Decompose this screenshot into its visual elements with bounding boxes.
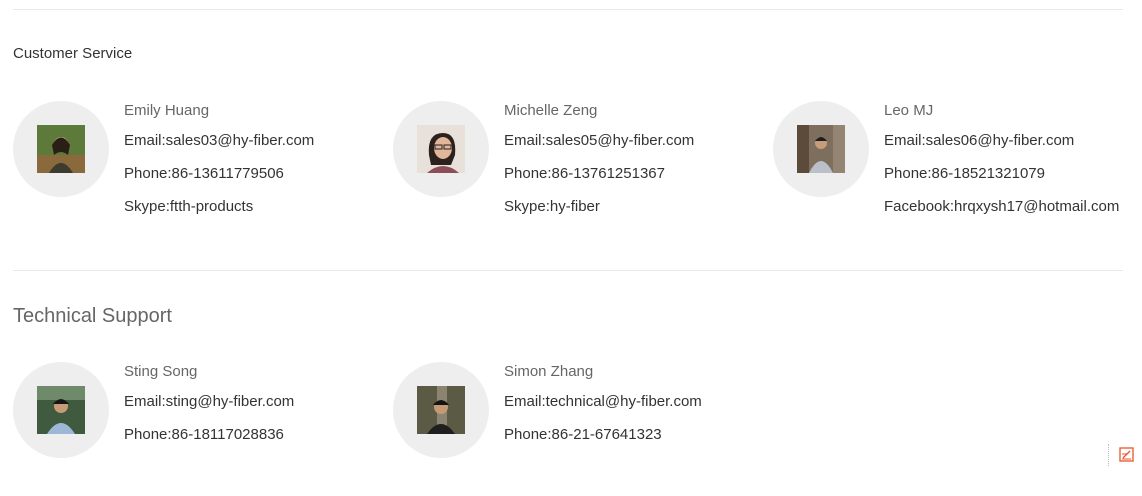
- avatar: [13, 362, 109, 458]
- contact-phone: Phone:86-13611779506: [124, 165, 284, 182]
- contact-email: Email:sales03@hy-fiber.com: [124, 132, 315, 149]
- contact-phone: Phone:86-13761251367: [504, 165, 665, 182]
- avatar: [773, 101, 869, 197]
- section-title-technical-support: Technical Support: [13, 305, 172, 327]
- contact-email: Email:technical@hy-fiber.com: [504, 393, 702, 410]
- avatar-photo: [797, 125, 845, 173]
- section-divider: [13, 270, 1123, 271]
- avatar-photo: [37, 386, 85, 434]
- section-title-customer-service: Customer Service: [13, 45, 133, 62]
- contact-skype: Skype:ftth-products: [124, 198, 254, 215]
- avatar-photo: [417, 125, 465, 173]
- contact-email: Email:sales06@hy-fiber.com: [884, 132, 1075, 149]
- contact-facebook: Facebook:hrqxysh17@hotmail.com: [884, 198, 1120, 215]
- contact-card-sting-song: Sting Song Email:sting@hy-fiber.com Phon…: [13, 362, 393, 482]
- avatar-photo: [417, 386, 465, 434]
- avatar: [393, 362, 489, 458]
- contact-email: Email:sting@hy-fiber.com: [124, 393, 295, 410]
- contact-name: Michelle Zeng: [504, 102, 598, 119]
- contact-email: Email:sales05@hy-fiber.com: [504, 132, 695, 149]
- contact-name: Leo MJ: [884, 102, 934, 119]
- avatar: [393, 101, 489, 197]
- feedback-widget[interactable]: [1108, 444, 1141, 466]
- contact-card-emily-huang: Emily Huang Email:sales03@hy-fiber.com P…: [13, 101, 393, 221]
- contact-name: Simon Zhang: [504, 363, 594, 380]
- contact-name: Emily Huang: [124, 102, 210, 119]
- contact-phone: Phone:86-21-67641323: [504, 426, 662, 443]
- contact-name: Sting Song: [124, 363, 198, 380]
- contact-card-simon-zhang: Simon Zhang Email:technical@hy-fiber.com…: [393, 362, 773, 482]
- contact-card-leo-mj: Leo MJ Email:sales06@hy-fiber.com Phone:…: [773, 101, 1142, 221]
- contact-phone: Phone:86-18521321079: [884, 165, 1045, 182]
- contact-phone: Phone:86-18117028836: [124, 426, 284, 443]
- contact-skype: Skype:hy-fiber: [504, 198, 600, 215]
- contact-card-michelle-zeng: Michelle Zeng Email:sales05@hy-fiber.com…: [393, 101, 773, 221]
- avatar-photo: [37, 125, 85, 173]
- edit-note-icon[interactable]: [1119, 447, 1135, 463]
- top-divider: [13, 9, 1123, 10]
- avatar: [13, 101, 109, 197]
